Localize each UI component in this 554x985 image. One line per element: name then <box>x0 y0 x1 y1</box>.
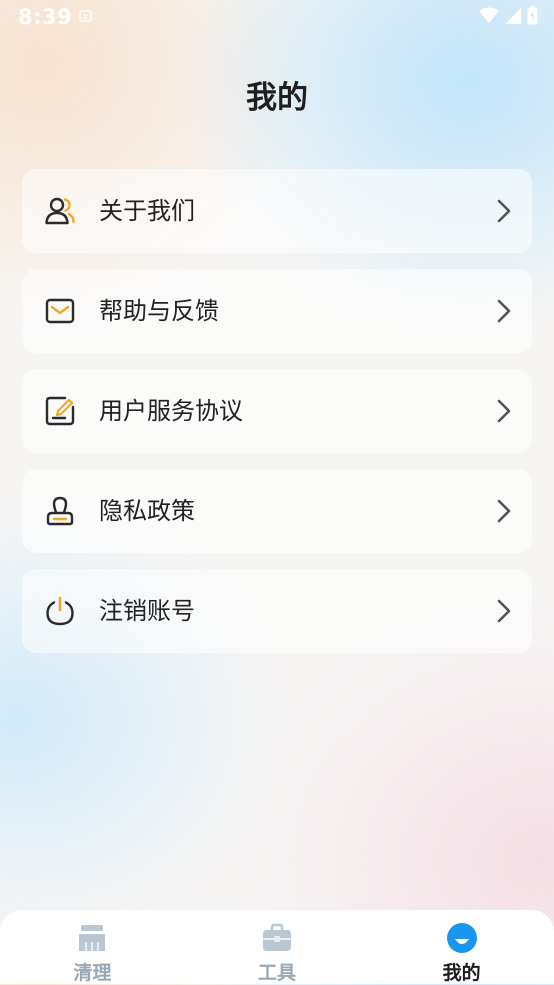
chevron-right-icon <box>497 199 511 223</box>
battery-icon <box>527 6 538 25</box>
mail-icon <box>45 298 75 324</box>
status-time: 8:39 <box>18 5 73 29</box>
users-icon <box>45 197 75 225</box>
power-icon <box>46 596 74 626</box>
menu-item-privacy-policy[interactable]: 隐私政策 <box>22 469 532 553</box>
menu-item-delete-account[interactable]: 注销账号 <box>22 569 532 653</box>
page-title: 我的 <box>246 80 308 116</box>
wifi-icon <box>479 7 499 23</box>
broom-icon <box>79 925 106 951</box>
settings-menu: 关于我们 帮助与反馈 用户服务协议 隐私政策 注销账号 <box>22 169 532 669</box>
menu-item-label: 隐私政策 <box>99 497 195 525</box>
menu-item-about-us[interactable]: 关于我们 <box>22 169 532 253</box>
tab-label: 工具 <box>258 962 297 984</box>
chevron-right-icon <box>497 599 511 623</box>
signal-icon <box>505 7 521 24</box>
chevron-right-icon <box>497 299 511 323</box>
bottom-tab-bar: 清理 工具 我的 <box>0 910 554 984</box>
tab-clean[interactable]: 清理 <box>0 910 185 984</box>
menu-item-help-feedback[interactable]: 帮助与反馈 <box>22 269 532 353</box>
menu-item-user-agreement[interactable]: 用户服务协议 <box>22 369 532 453</box>
chevron-right-icon <box>497 399 511 423</box>
menu-item-label: 帮助与反馈 <box>99 297 219 325</box>
menu-item-label: 用户服务协议 <box>99 397 243 425</box>
menu-item-label: 注销账号 <box>99 597 195 625</box>
tab-label: 我的 <box>442 962 481 984</box>
smile-icon <box>446 923 477 953</box>
chevron-right-icon <box>497 499 511 523</box>
tab-tools[interactable]: 工具 <box>185 910 370 984</box>
tab-label: 清理 <box>73 962 112 984</box>
status-bar: 8:39 <box>0 0 554 34</box>
edit-document-icon <box>45 396 75 426</box>
status-icons <box>479 6 538 25</box>
notification-icon <box>79 10 92 22</box>
menu-item-label: 关于我们 <box>99 197 195 225</box>
toolbox-icon <box>263 923 291 951</box>
tab-mine[interactable]: 我的 <box>369 910 554 984</box>
stamp-icon <box>46 496 74 526</box>
